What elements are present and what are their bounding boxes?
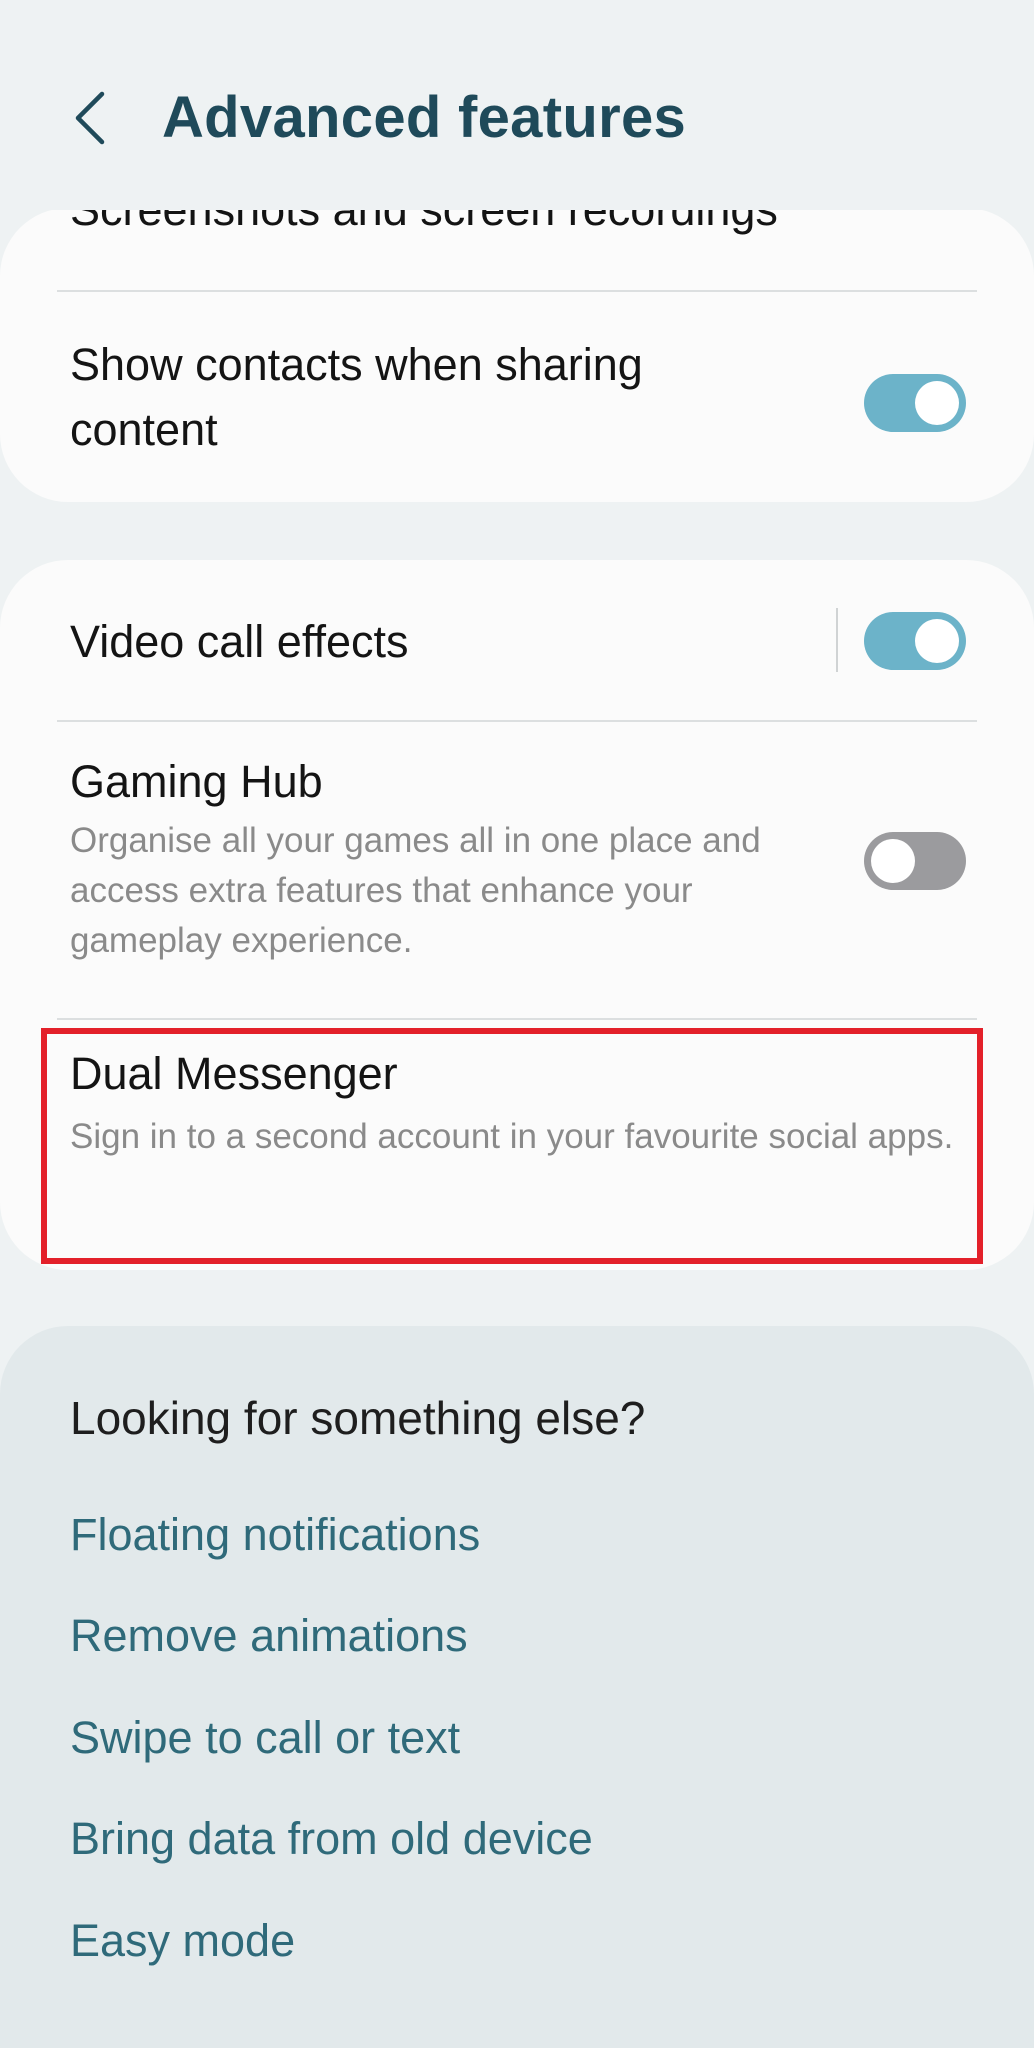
video-call-effects-row[interactable]: Video call effects [0, 560, 1034, 720]
gaming-hub-label: Gaming Hub [70, 756, 323, 807]
settings-card-sharing: Screenshots and screen recordings Show c… [0, 208, 1034, 502]
show-contacts-label-line2: content [70, 404, 218, 455]
link-easy-mode[interactable]: Easy mode [70, 1911, 295, 1971]
show-contacts-row[interactable]: Show contacts when sharing content [0, 292, 1034, 502]
dual-messenger-description: Sign in to a second account in your favo… [70, 1117, 954, 1156]
toggle-knob [915, 381, 959, 425]
show-contacts-toggle[interactable] [864, 374, 966, 432]
page-title: Advanced features [162, 85, 687, 150]
link-floating-notifications[interactable]: Floating notifications [70, 1505, 480, 1565]
screenshots-label: Screenshots and screen recordings [70, 208, 778, 235]
link-remove-animations[interactable]: Remove animations [70, 1606, 468, 1666]
suggestions-title: Looking for something else? [70, 1392, 646, 1444]
app-header: Advanced features [0, 0, 1034, 210]
chevron-left-icon [75, 91, 105, 145]
toggle-knob [871, 839, 915, 883]
dual-messenger-row[interactable]: Dual Messenger Sign in to a second accou… [0, 1020, 1034, 1270]
dual-messenger-label: Dual Messenger [70, 1048, 398, 1099]
settings-card-features: Video call effects Gaming Hub Organise a… [0, 560, 1034, 1270]
link-swipe-to-call[interactable]: Swipe to call or text [70, 1708, 460, 1768]
gaming-hub-toggle[interactable] [864, 832, 966, 890]
back-button[interactable] [60, 84, 120, 152]
screenshots-row[interactable]: Screenshots and screen recordings [0, 208, 1034, 288]
video-call-effects-label: Video call effects [70, 616, 409, 667]
link-bring-data[interactable]: Bring data from old device [70, 1809, 593, 1869]
gaming-hub-description: Organise all your games all in one place… [70, 821, 761, 960]
gaming-hub-row[interactable]: Gaming Hub Organise all your games all i… [0, 722, 1034, 978]
video-call-effects-toggle[interactable] [864, 612, 966, 670]
toggle-knob [915, 619, 959, 663]
show-contacts-label-line1: Show contacts when sharing [70, 339, 643, 390]
vertical-divider [836, 608, 838, 672]
